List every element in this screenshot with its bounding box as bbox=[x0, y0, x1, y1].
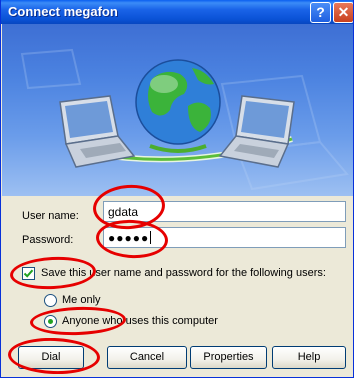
text-caret bbox=[150, 231, 152, 244]
network-globe-laptops-icon bbox=[20, 48, 349, 191]
cancel-button[interactable]: Cancel bbox=[107, 346, 187, 369]
properties-button[interactable]: Properties bbox=[190, 346, 267, 369]
password-label: Password: bbox=[22, 234, 74, 246]
save-password-label: Save this user name and password for the… bbox=[41, 267, 326, 279]
dial-button[interactable]: Dial bbox=[18, 346, 84, 369]
check-icon bbox=[23, 269, 34, 278]
help-button[interactable]: Help bbox=[272, 346, 346, 369]
title-bar[interactable]: Connect megafon ? ✕ bbox=[1, 0, 353, 24]
close-icon[interactable]: ✕ bbox=[333, 2, 353, 23]
radio-anyone-label: Anyone who uses this computer bbox=[62, 315, 218, 327]
network-banner bbox=[2, 24, 353, 196]
connect-dialog: Connect megafon ? ✕ User name: gdata Pas… bbox=[0, 0, 354, 378]
radio-selected-dot bbox=[48, 319, 53, 324]
password-field[interactable]: ●●●●● bbox=[103, 227, 346, 248]
window-title: Connect megafon bbox=[8, 4, 118, 19]
radio-anyone[interactable] bbox=[44, 315, 57, 328]
username-field[interactable]: gdata bbox=[103, 201, 346, 222]
username-label: User name: bbox=[22, 210, 79, 222]
save-password-checkbox[interactable] bbox=[22, 267, 35, 280]
radio-me-only[interactable] bbox=[44, 294, 57, 307]
password-mask: ●●●●● bbox=[108, 231, 150, 245]
help-icon[interactable]: ? bbox=[310, 2, 331, 23]
radio-me-only-label: Me only bbox=[62, 294, 101, 306]
